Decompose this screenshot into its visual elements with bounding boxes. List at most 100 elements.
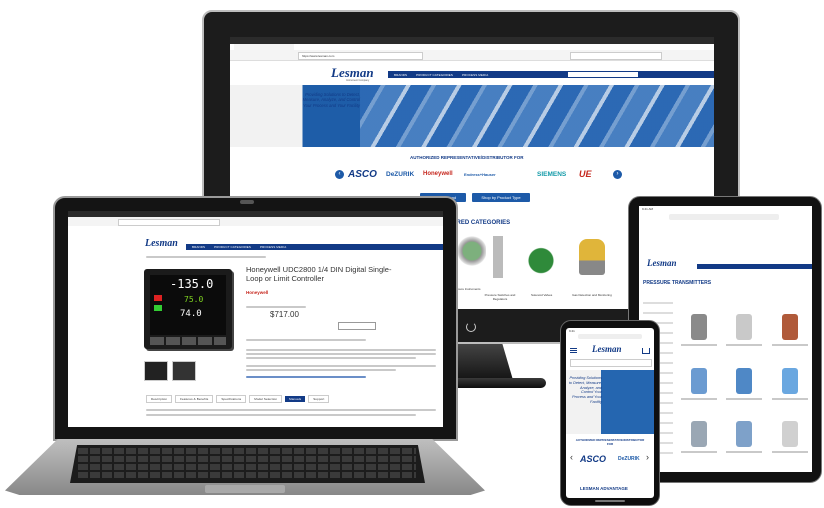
tablet-product-image[interactable] bbox=[736, 314, 753, 340]
hero-hexagons bbox=[360, 85, 714, 147]
phone-search-bar[interactable] bbox=[570, 359, 652, 367]
tablet-product-card[interactable] bbox=[724, 312, 763, 356]
phone-prev-arrow[interactable]: ‹ bbox=[570, 452, 573, 462]
tablet-product-card[interactable] bbox=[770, 419, 809, 463]
category-label-2[interactable]: Pressure Switches and Regulators bbox=[480, 293, 520, 301]
product-meta bbox=[246, 306, 306, 308]
tablet-heading: PRESSURE TRANSMITTERS bbox=[643, 280, 712, 286]
phone-partners-heading: AUTHORIZED REPRESENTATIVE/DISTRIBUTOR FO… bbox=[575, 438, 645, 446]
tablet-product-card[interactable] bbox=[679, 312, 718, 356]
site-logo[interactable]: Lesman bbox=[145, 238, 178, 249]
tablet-product-image[interactable] bbox=[781, 314, 798, 340]
tablet-address-bar[interactable] bbox=[669, 214, 779, 220]
tablet-product-image[interactable] bbox=[781, 421, 798, 448]
tab-manuals[interactable]: Manuals bbox=[285, 396, 306, 402]
tablet-product-card[interactable] bbox=[770, 366, 809, 410]
tablet-product-card[interactable] bbox=[770, 312, 809, 356]
tab-specifications[interactable]: Specifications bbox=[216, 395, 247, 403]
cart-icon[interactable] bbox=[642, 348, 650, 354]
nav-process-media[interactable]: PROCESS MEDIA bbox=[462, 73, 488, 77]
phone-partner-asco[interactable]: ASCO bbox=[580, 454, 606, 464]
category-img-4[interactable] bbox=[579, 239, 605, 275]
tablet-product-grid bbox=[679, 312, 809, 467]
address-bar[interactable]: https://www.lesman.com bbox=[298, 52, 423, 60]
partners-heading: AUTHORIZED REPRESENTATIVE/DISTRIBUTOR FO… bbox=[410, 155, 524, 160]
phone-next-arrow[interactable]: › bbox=[646, 452, 649, 462]
controller-buttons bbox=[150, 337, 226, 345]
tablet-product-card[interactable] bbox=[724, 419, 763, 463]
tablet-product-caption bbox=[681, 397, 717, 400]
desc-line-5 bbox=[246, 369, 396, 371]
nav-product-categories[interactable]: PRODUCT CATEGORIES bbox=[416, 73, 453, 77]
product-thumb-1[interactable] bbox=[144, 361, 168, 381]
address-bar[interactable] bbox=[118, 219, 220, 226]
tab-content-line-1 bbox=[146, 409, 436, 411]
nav-brands[interactable]: BRANDS bbox=[192, 245, 205, 249]
partner-siemens[interactable]: SIEMENS bbox=[537, 171, 566, 178]
tablet-status-bar: 9:41 AM bbox=[642, 207, 654, 211]
display-led-green bbox=[154, 305, 162, 311]
tab-description[interactable]: Description bbox=[146, 395, 173, 403]
shop-by-product-type-button[interactable]: Shop by Product Type bbox=[472, 193, 530, 202]
tablet-product-card[interactable] bbox=[679, 419, 718, 463]
product-brand-logo[interactable]: Honeywell bbox=[246, 290, 268, 295]
phone-address-bar[interactable] bbox=[578, 334, 642, 339]
desc-line-2 bbox=[246, 353, 436, 355]
tablet-product-image[interactable] bbox=[736, 421, 753, 448]
partners-prev-arrow[interactable]: ‹ bbox=[335, 170, 344, 179]
partner-honeywell[interactable]: Honeywell bbox=[423, 171, 453, 177]
display-out: 74.0 bbox=[180, 309, 202, 319]
product-price: $717.00 bbox=[270, 310, 299, 319]
browser-search-box[interactable] bbox=[570, 52, 662, 60]
tab-model-selection[interactable]: Model Selection bbox=[249, 395, 283, 403]
category-img-2[interactable] bbox=[486, 236, 510, 278]
tablet-product-card[interactable] bbox=[724, 366, 763, 410]
tablet-product-image[interactable] bbox=[691, 314, 707, 340]
product-image[interactable]: -135.0 75.0 74.0 bbox=[144, 269, 232, 349]
tablet-product-caption bbox=[726, 344, 763, 346]
tablet-product-caption bbox=[726, 397, 763, 400]
partner-asco[interactable]: ASCO bbox=[348, 169, 377, 180]
monitor-power-icon bbox=[466, 322, 476, 332]
product-actions bbox=[246, 339, 366, 341]
category-label-4[interactable]: Gas Detection and Monitoring bbox=[572, 293, 612, 297]
category-img-1[interactable] bbox=[458, 235, 486, 275]
product-title: Honeywell UDC2800 1/4 DIN Digital Single… bbox=[246, 265, 392, 283]
laptop-trackpad[interactable] bbox=[205, 485, 285, 493]
phone-home-bar[interactable] bbox=[595, 500, 625, 502]
phone-partner-dezurik[interactable]: DeZURIK bbox=[618, 456, 640, 462]
tablet-product-image[interactable] bbox=[691, 421, 707, 448]
partners-next-arrow[interactable]: › bbox=[613, 170, 622, 179]
site-logo[interactable]: Lesman bbox=[592, 344, 622, 354]
phone-hero-text: Providing Solutions to Detect, Measure, … bbox=[568, 376, 602, 404]
browser-titlebar bbox=[230, 37, 714, 44]
category-label-3[interactable]: Solenoid Valves bbox=[531, 293, 552, 297]
tablet-product-image[interactable] bbox=[781, 367, 798, 394]
partner-endress-hauser[interactable]: Endress+Hauser bbox=[464, 172, 496, 177]
nav-process-media[interactable]: PROCESS MEDIA bbox=[260, 245, 286, 249]
tab-features[interactable]: Features & Benefits bbox=[175, 395, 214, 403]
tab-content-line-2 bbox=[146, 414, 416, 416]
tablet-product-card[interactable] bbox=[679, 366, 718, 410]
product-thumb-2[interactable] bbox=[172, 361, 196, 381]
nav-brands[interactable]: BRANDS bbox=[394, 73, 407, 77]
tablet-product-caption bbox=[681, 344, 717, 346]
site-logo[interactable]: Lesman bbox=[647, 258, 677, 268]
tab-support[interactable]: Support bbox=[308, 395, 330, 403]
category-img-3[interactable] bbox=[527, 243, 555, 275]
nav-product-categories[interactable]: PRODUCT CATEGORIES bbox=[214, 245, 251, 249]
tablet-product-image[interactable] bbox=[736, 367, 753, 394]
add-to-cart-button[interactable] bbox=[338, 322, 376, 330]
phone-footer-heading: LESMAN ADVANTAGE bbox=[580, 486, 628, 491]
partner-ue[interactable]: UE bbox=[579, 169, 592, 179]
hamburger-icon[interactable] bbox=[570, 348, 577, 353]
hero-text: Providing Solutions to Detect, Measure, … bbox=[302, 92, 360, 108]
tablet-product-caption bbox=[726, 451, 763, 454]
tablet-product-caption bbox=[681, 451, 717, 454]
site-search-input[interactable] bbox=[568, 72, 638, 77]
display-led-red bbox=[154, 295, 162, 301]
desc-link[interactable] bbox=[246, 376, 366, 378]
partner-dezurik[interactable]: DeZURIK bbox=[386, 171, 414, 178]
tablet-product-image[interactable] bbox=[691, 367, 707, 394]
display-pv: -135.0 bbox=[170, 277, 214, 291]
